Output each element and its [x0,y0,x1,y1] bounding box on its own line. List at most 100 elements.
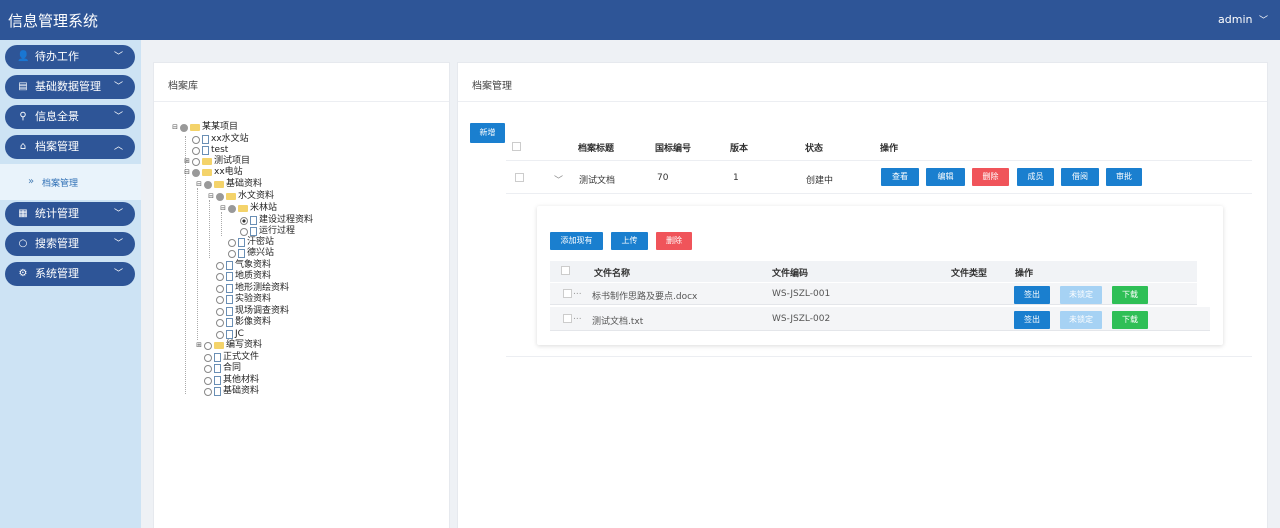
tree-node[interactable]: ⊟ 水文资料 [207,191,274,202]
sidebar-item-search[interactable]: ○ 搜索管理 ﹀ [5,232,135,256]
delete-files-button[interactable]: 删除 [656,232,692,250]
user-menu[interactable]: admin ﹀ [1218,13,1268,26]
sidebar-item-archive[interactable]: ⌂ 档案管理 ︿ [5,135,135,159]
sidebar-item-todo[interactable]: 👤 待办工作 ﹀ [5,45,135,69]
add-existing-button[interactable]: 添加现有 [550,232,603,250]
panel-title: 档案管理 [472,81,512,92]
borrow-button[interactable]: 借阅 [1061,168,1099,186]
tree-node[interactable]: ⊞ 编写资料 [195,340,262,351]
download-button[interactable]: 下载 [1112,311,1148,329]
file-icon [226,307,233,316]
search-icon: ○ [18,238,28,249]
file-icon [214,387,221,396]
sidebar-item-label: 统计管理 [35,207,79,220]
divider [506,193,1252,194]
tree-node[interactable]: xx水文站 [183,134,249,145]
sidebar-item-basic-data[interactable]: ▤ 基础数据管理 ﹀ [5,75,135,99]
folder-icon [202,169,212,176]
chevron-down-icon: ﹀ [113,209,123,219]
tree-node[interactable]: 影像资料 [207,317,271,328]
tree-node[interactable]: ⊟ xx电站 [183,167,243,178]
files-select-all-checkbox[interactable] [561,266,570,275]
tree-node[interactable]: ⊟ 某某项目 [171,122,238,133]
tree-node[interactable]: ⊟ 米林站 [219,203,277,214]
col-header-file-name: 文件名称 [594,269,631,279]
download-button[interactable]: 下载 [1112,286,1148,304]
tree-node[interactable]: test [183,145,228,156]
tree-node[interactable]: 基础资料 [195,386,259,397]
divider [458,101,1267,102]
chevron-down-icon: ﹀ [113,112,123,122]
tree-node[interactable]: 地质资料 [207,271,271,282]
stats-icon: ▦ [18,208,28,219]
user-icon: 👤 [17,51,30,62]
sidebar-item-system[interactable]: ⚙ 系统管理 ﹀ [5,262,135,286]
expand-row-icon[interactable]: ﹀ [554,173,563,186]
panel-title: 档案库 [168,81,198,92]
location-icon: ⚲ [19,111,27,122]
file-icon [202,146,209,155]
file-icon [226,284,233,293]
row-more-text: ... [573,287,582,297]
col-header-file-code: 文件编码 [772,269,809,279]
tree-node[interactable]: JC [207,329,244,340]
files-table-header [550,261,1197,282]
edit-button[interactable]: 编辑 [926,168,965,186]
row-checkbox[interactable] [563,289,572,298]
checkout-button[interactable]: 签出 [1014,311,1050,329]
top-bar: 信息管理系统 admin ﹀ [0,0,1280,40]
cell-file-code: WS-JSZL-001 [772,289,831,299]
sidebar-item-overview[interactable]: ⚲ 信息全景 ﹀ [5,105,135,129]
members-button[interactable]: 成员 [1017,168,1054,186]
tree-node[interactable]: 德兴站 [219,248,274,259]
tree-node[interactable]: 实验资料 [207,294,271,305]
sidebar-subitem-archive-management[interactable]: » 档案管理 [0,164,141,200]
sidebar-item-statistics[interactable]: ▦ 统计管理 ﹀ [5,202,135,226]
tree-node[interactable]: 现场调查资料 [207,306,289,317]
folder-icon [202,158,212,165]
sidebar-item-label: 基础数据管理 [35,80,101,93]
tree-node[interactable]: 运行过程 [231,226,295,237]
chevron-down-icon: ﹀ [1258,16,1268,26]
tree-node[interactable]: 汗密站 [219,237,274,248]
tree-node[interactable]: 正式文件 [195,352,259,363]
app-title: 信息管理系统 [8,12,99,30]
tree-node[interactable]: 合同 [195,363,241,374]
chevron-up-icon: ︿ [113,142,123,152]
col-header-version: 版本 [730,144,749,154]
file-icon [214,353,221,362]
tree-node[interactable]: ⊞ 测试项目 [183,156,250,167]
unlocked-button[interactable]: 未锁定 [1060,311,1102,329]
col-header-code: 国标编号 [655,144,692,154]
tree-node[interactable]: 气象资料 [207,260,271,271]
divider [506,160,1252,161]
tree-node[interactable]: 建设过程资料 [231,215,313,226]
double-chevron-right-icon: » [28,176,35,187]
divider [506,356,1252,357]
tree-node[interactable]: ⊟ 基础资料 [195,179,262,190]
view-button[interactable]: 查看 [881,168,919,186]
upload-button[interactable]: 上传 [611,232,648,250]
approve-button[interactable]: 审批 [1106,168,1142,186]
gear-icon: ⚙ [18,268,28,279]
col-header-status: 状态 [805,144,824,154]
checkout-button[interactable]: 签出 [1014,286,1050,304]
unlocked-button[interactable]: 未锁定 [1060,286,1102,304]
row-checkbox[interactable] [563,314,572,323]
sidebar-item-label: 信息全景 [35,110,79,123]
cell-version: 1 [733,173,739,183]
delete-button[interactable]: 删除 [972,168,1009,186]
col-header-title: 档案标题 [578,144,615,154]
file-icon [214,364,221,373]
file-icon [238,238,245,247]
add-button[interactable]: 新增 [470,123,505,143]
sidebar: 👤 待办工作 ﹀ ▤ 基础数据管理 ﹀ ⚲ 信息全景 ﹀ ⌂ 档案管理 ︿ » … [0,40,141,528]
folder-icon [238,205,248,212]
chevron-down-icon: ﹀ [113,269,123,279]
tree-node[interactable]: 其他材料 [195,375,259,386]
select-all-checkbox[interactable] [512,142,521,151]
archive-icon: ⌂ [19,141,27,152]
tree-node[interactable]: 地形测绘资料 [207,283,289,294]
row-checkbox[interactable] [515,173,524,182]
file-icon [214,376,221,385]
